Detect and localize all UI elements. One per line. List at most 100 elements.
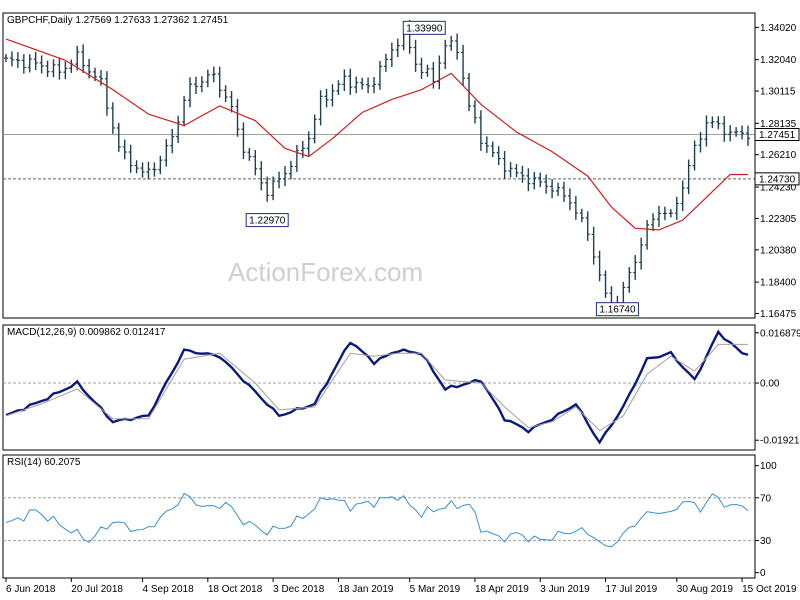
y-tick-label: -0.019214 [760,436,800,447]
y-tick-label: 1.32040 [760,55,797,66]
ohlc-bar [265,176,270,202]
ohlc-bar [152,162,157,177]
ohlc-bar [104,71,109,116]
ohlc-bar [69,59,74,73]
ohlc-bar [306,131,311,156]
ohlc-bar [455,33,460,60]
ohlc-bar [674,196,679,220]
panel-title: RSI(14) 60.2075 [7,457,81,468]
ohlc-bar [746,125,750,146]
ohlc-bar [4,54,8,63]
x-tick-label: 15 Oct 2019 [742,584,797,595]
ohlc-bar [354,76,359,94]
ohlc-bar [324,88,329,108]
ohlc-bar [389,42,394,67]
watermark: ActionForex.com [228,257,423,287]
y-tick-label: 100 [760,461,777,472]
y-tick-label: 1.22305 [760,214,797,225]
x-tick-label: 18 Jan 2019 [338,584,393,595]
y-tick-label: 70 [760,493,772,504]
price-annotation-label: 1.33990 [406,23,443,34]
ohlc-bar [128,144,133,173]
ohlc-bar [318,90,323,126]
ohlc-bar [443,39,448,70]
ohlc-bar [520,165,525,183]
ohlc-bar [437,55,442,90]
ohlc-bar [395,38,400,58]
ohlc-bar [235,98,240,137]
ohlc-bar [164,139,169,167]
ohlc-bar [668,209,673,218]
ohlc-bar [698,131,703,153]
ohlc-bar [223,85,228,103]
ohlc-bar [81,44,86,74]
ohlc-bar [633,255,638,280]
ohlc-bar [241,122,246,160]
y-tick-label: 0 [760,568,766,579]
ohlc-bar [484,136,489,153]
ohlc-bar [158,155,163,175]
ohlc-bar [567,188,572,211]
y-tick-label: 0.016879 [760,328,800,339]
x-tick-label: 6 Jun 2018 [6,584,56,595]
ohlc-bar [21,54,26,74]
ohlc-bar [217,66,222,98]
ohlc-bar [538,172,543,188]
ohlc-bar [188,77,193,108]
y-tick-label: 1.20380 [760,245,797,256]
ohlc-bar [45,60,50,78]
ohlc-bar [722,116,727,142]
ohlc-bar [585,211,590,241]
ohlc-bar [294,145,299,172]
y-tick-label: 0.00 [760,379,780,390]
ohlc-bar [728,125,733,142]
y-tick-label: 1.30115 [760,87,796,98]
ohlc-bar [680,180,685,212]
ohlc-bar [461,45,466,86]
x-tick-label: 17 Jul 2019 [606,584,658,595]
ohlc-bar [15,52,20,68]
ohlc-bar [514,163,519,178]
ohlc-bar [526,168,531,192]
ohlc-bar [496,146,501,166]
y-tick-label: 1.34020 [760,23,797,34]
ohlc-bar [122,139,127,160]
ohlc-bar [288,160,293,180]
x-tick-label: 4 Sep 2018 [143,584,195,595]
y-tick-label: 1.18400 [760,278,797,289]
y-tick-label: 1.16475 [760,309,797,320]
ohlc-bar [716,116,721,130]
panel-title: MACD(12,26,9) 0.009862 0.012417 [7,327,166,338]
ohlc-bar [734,127,739,137]
ohlc-bar [692,140,697,171]
ohlc-bar [561,181,566,202]
ohlc-bar [579,208,584,223]
x-tick-label: 30 Aug 2019 [677,584,734,595]
panel-frame-2 [2,324,756,451]
ohlc-bar [508,161,513,178]
ohlc-bar [502,150,507,179]
ohlc-bar [193,76,198,95]
ohlc-bar [651,213,656,231]
ohlc-bar [532,172,537,190]
price-level-label: 1.24730 [759,174,796,185]
ohlc-bar [176,115,181,144]
x-tick-label: 18 Apr 2019 [475,584,529,595]
ohlc-bar [9,51,14,67]
ohlc-bar [490,141,495,158]
gbpchf-chart: ActionForex.com1.340201.320401.301151.28… [2,12,800,595]
ohlc-bar [170,128,175,154]
ohlc-bar [710,116,715,129]
ohlc-bar [591,226,596,265]
ohlc-bar [277,171,282,189]
ohlc-bar [146,161,151,180]
ohlc-bar [597,250,602,282]
macd-signal-line [5,343,748,432]
ohlc-bar [312,114,317,144]
ohlc-bar [33,51,38,71]
ohlc-bar [110,102,115,134]
ohlc-bar [704,115,709,147]
price-level-label: 1.27451 [759,130,796,141]
ohlc-bar [57,57,62,80]
x-tick-label: 3 Dec 2018 [273,584,325,595]
